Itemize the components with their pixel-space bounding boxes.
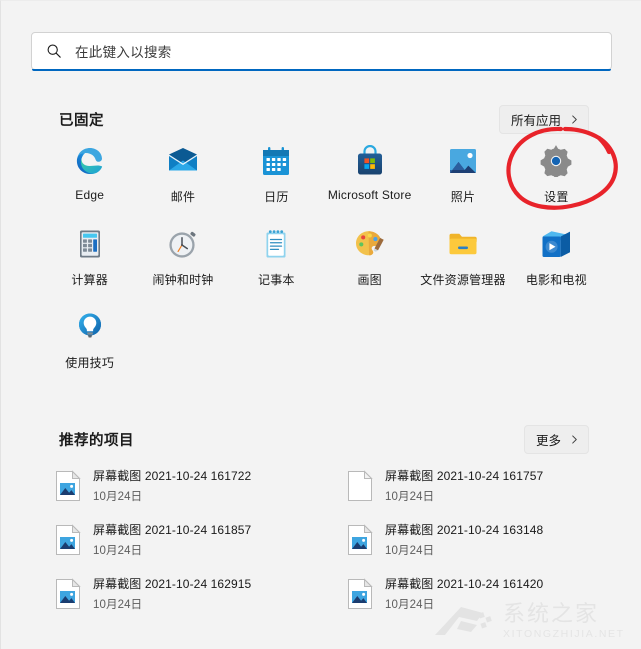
- more-label: 更多: [535, 434, 561, 448]
- start-menu-window: 在此键入以搜索 已固定 所有应用 Edge 邮件 日历 Microsoft St…: [0, 0, 641, 649]
- app-tile-mail[interactable]: 邮件: [136, 141, 229, 205]
- app-tile-microsoft-store[interactable]: Microsoft Store: [323, 141, 416, 205]
- app-tile-calendar[interactable]: 日历: [230, 141, 323, 205]
- search-focus-underline: [32, 69, 611, 71]
- app-label: Edge: [75, 188, 105, 202]
- edge-icon: [76, 148, 102, 174]
- list-item[interactable]: 屏幕截图 2021-10-24 161757 10月24日: [343, 464, 611, 507]
- pinned-apps-grid: Edge 邮件 日历 Microsoft Store 照片 设置 计算器 闹钟和…: [43, 141, 603, 371]
- chevron-right-icon: [572, 435, 577, 444]
- blank-file-icon: [348, 469, 373, 501]
- calendar-icon: [263, 147, 290, 175]
- app-label: Microsoft Store: [327, 188, 412, 202]
- movies-tv-icon: [542, 231, 571, 257]
- more-button[interactable]: 更多: [523, 425, 589, 454]
- app-tile-tips[interactable]: 使用技巧: [43, 307, 136, 371]
- pinned-section-header: 已固定 所有应用: [59, 105, 589, 134]
- app-tile-settings[interactable]: 设置: [510, 141, 603, 205]
- mail-icon: [168, 148, 197, 171]
- lightbulb-tips-icon: [78, 313, 101, 338]
- app-tile-edge[interactable]: Edge: [43, 141, 136, 205]
- app-label: 计算器: [71, 273, 108, 287]
- pinned-title: 已固定: [59, 113, 104, 129]
- app-label: 电影和电视: [525, 273, 587, 287]
- item-title: 屏幕截图 2021-10-24 162915: [93, 577, 252, 591]
- app-label: 记事本: [258, 273, 295, 287]
- app-tile-alarms-clock[interactable]: 闹钟和时钟: [136, 224, 229, 288]
- recommended-items-grid: 屏幕截图 2021-10-24 161722 10月24日 屏幕截图 2021-…: [51, 464, 611, 615]
- item-subtitle: 10月24日: [93, 545, 143, 557]
- item-title: 屏幕截图 2021-10-24 161857: [93, 523, 252, 537]
- image-file-icon: [348, 577, 373, 609]
- watermark-en-text: XITONGZHIJIA.NET: [503, 628, 625, 640]
- settings-gear-icon: [540, 145, 572, 177]
- item-title: 屏幕截图 2021-10-24 161420: [385, 577, 544, 591]
- item-subtitle: 10月24日: [385, 545, 435, 557]
- chevron-right-icon: [572, 115, 577, 124]
- all-apps-button[interactable]: 所有应用: [498, 105, 589, 134]
- app-tile-paint[interactable]: 画图: [323, 224, 416, 288]
- item-subtitle: 10月24日: [385, 599, 435, 611]
- image-file-icon: [56, 523, 81, 555]
- item-subtitle: 10月24日: [385, 491, 435, 503]
- app-tile-calculator[interactable]: 计算器: [43, 224, 136, 288]
- recommended-title: 推荐的项目: [59, 433, 134, 449]
- list-item[interactable]: 屏幕截图 2021-10-24 161857 10月24日: [51, 518, 319, 561]
- app-label: 闹钟和时钟: [152, 273, 214, 287]
- search-icon: [47, 44, 61, 58]
- app-label: 使用技巧: [65, 356, 115, 370]
- search-bar[interactable]: 在此键入以搜索: [31, 32, 612, 71]
- app-label: 日历: [264, 190, 289, 204]
- item-title: 屏幕截图 2021-10-24 161757: [385, 469, 544, 483]
- item-title: 屏幕截图 2021-10-24 161722: [93, 469, 252, 483]
- photos-icon: [449, 149, 476, 173]
- app-tile-notepad[interactable]: 记事本: [230, 224, 323, 288]
- app-label: 照片: [450, 190, 476, 204]
- list-item[interactable]: 屏幕截图 2021-10-24 162915 10月24日: [51, 572, 319, 615]
- clock-icon: [169, 231, 196, 258]
- paint-palette-icon: [355, 231, 384, 256]
- image-file-icon: [56, 469, 81, 501]
- list-item[interactable]: 屏幕截图 2021-10-24 163148 10月24日: [343, 518, 611, 561]
- search-input-container[interactable]: 在此键入以搜索: [31, 32, 612, 70]
- notepad-icon: [266, 230, 286, 258]
- app-label: 设置: [544, 190, 569, 204]
- calculator-icon: [79, 230, 100, 258]
- image-file-icon: [348, 523, 373, 555]
- all-apps-label: 所有应用: [510, 114, 561, 128]
- item-title: 屏幕截图 2021-10-24 163148: [385, 523, 544, 537]
- app-tile-movies-tv[interactable]: 电影和电视: [510, 224, 603, 288]
- app-tile-photos[interactable]: 照片: [416, 141, 509, 205]
- app-label: 画图: [357, 273, 382, 287]
- app-tile-file-explorer[interactable]: 文件资源管理器: [416, 224, 509, 288]
- recommended-section-header: 推荐的项目 更多: [59, 425, 589, 454]
- folder-icon: [449, 233, 477, 255]
- item-subtitle: 10月24日: [93, 599, 143, 611]
- list-item[interactable]: 屏幕截图 2021-10-24 161420 10月24日: [343, 572, 611, 615]
- app-label: 文件资源管理器: [420, 273, 506, 287]
- item-subtitle: 10月24日: [93, 491, 143, 503]
- image-file-icon: [56, 577, 81, 609]
- search-placeholder-text: 在此键入以搜索: [75, 45, 172, 60]
- list-item[interactable]: 屏幕截图 2021-10-24 161722 10月24日: [51, 464, 319, 507]
- app-label: 邮件: [170, 190, 196, 204]
- store-icon: [357, 145, 382, 175]
